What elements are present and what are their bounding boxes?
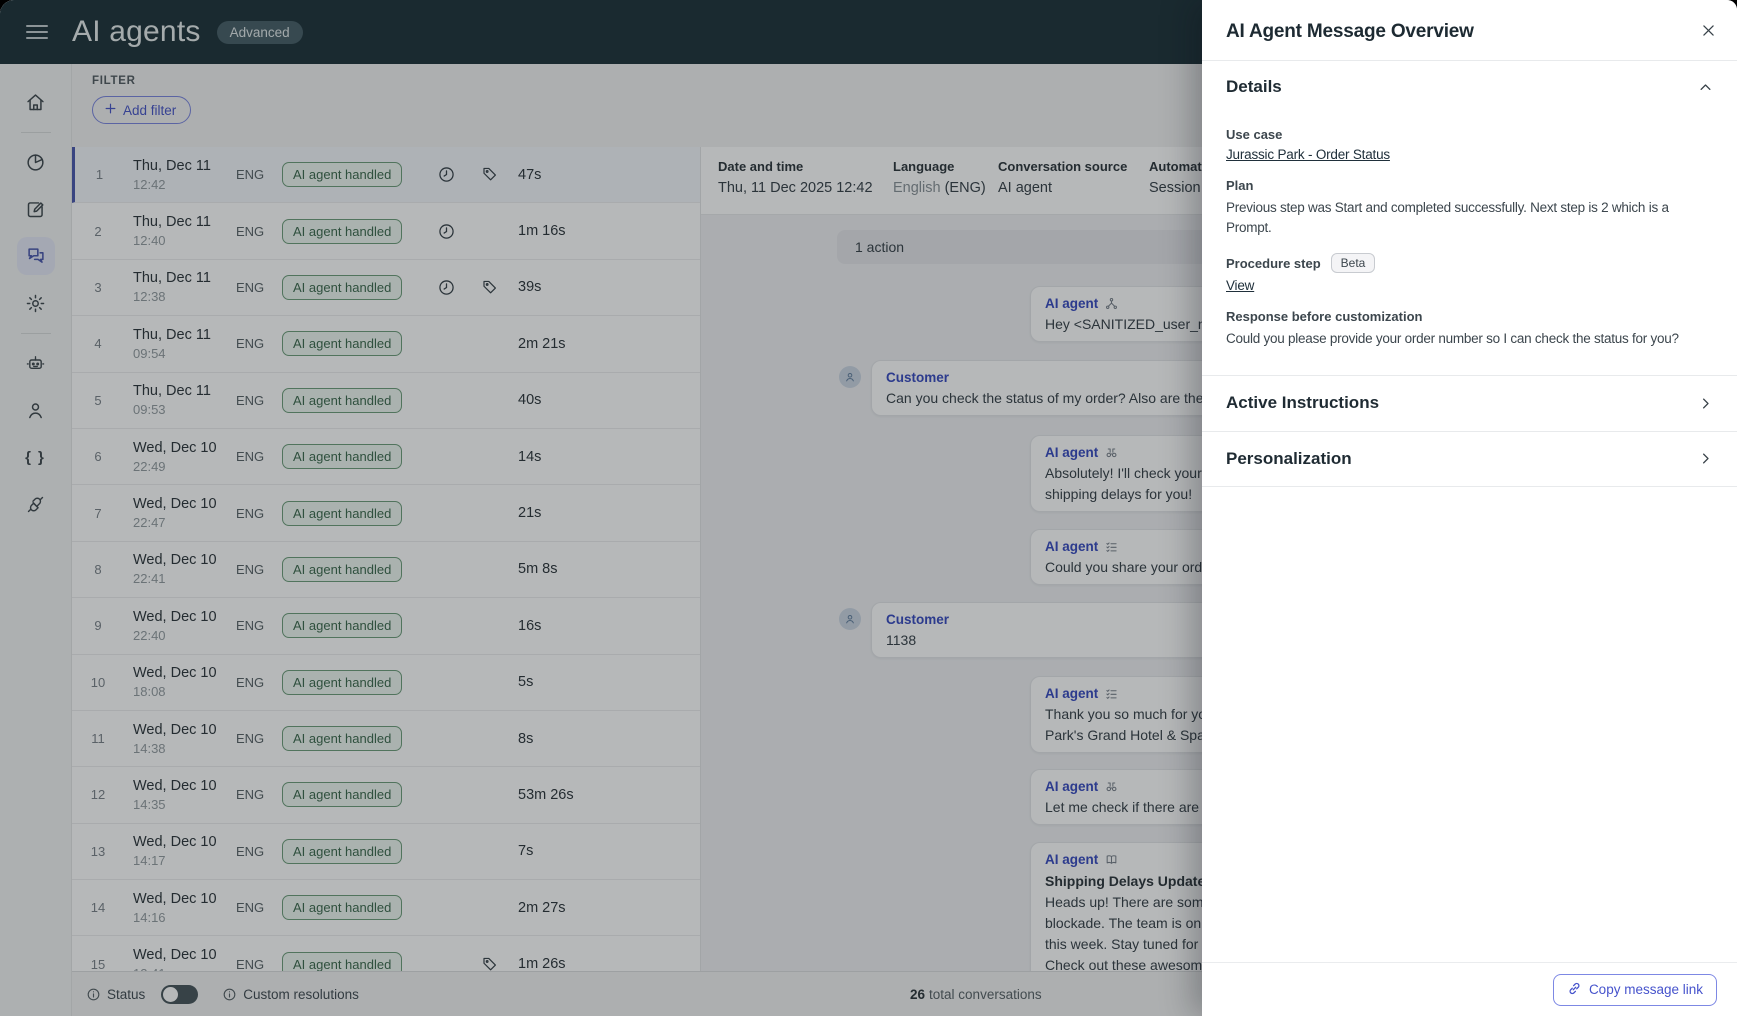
details-heading: Details <box>1226 77 1282 96</box>
section-active-instructions[interactable]: Active Instructions <box>1202 374 1737 431</box>
main-ui: AI agents Advanced {} FILTER Add filter… <box>0 0 1202 1016</box>
view-link[interactable]: View <box>1226 278 1254 293</box>
response-text: Could you please provide your order numb… <box>1226 331 1679 347</box>
plan-text: Previous step was Start and completed su… <box>1226 200 1669 235</box>
personalization-label: Personalization <box>1226 448 1352 468</box>
section-personalization[interactable]: Personalization <box>1202 430 1737 487</box>
details-section-header[interactable]: Details <box>1202 61 1737 113</box>
link-icon <box>1567 981 1582 999</box>
active-instructions-label: Active Instructions <box>1226 393 1380 413</box>
beta-badge: Beta <box>1330 253 1376 274</box>
modal-scrim <box>0 0 1202 1016</box>
procedure-step-label: Procedure step <box>1226 255 1321 271</box>
panel-title: AI Agent Message Overview <box>1226 21 1474 42</box>
use-case-link[interactable]: Jurassic Park - Order Status <box>1226 147 1390 162</box>
chevron-right-icon <box>1698 451 1713 466</box>
plan-label: Plan <box>1226 178 1254 193</box>
close-icon[interactable] <box>1700 22 1717 39</box>
use-case-label: Use case <box>1226 127 1283 142</box>
details-section-body: Use case Jurassic Park - Order Status Pl… <box>1202 113 1737 375</box>
app-window: AI agents Advanced {} FILTER Add filter… <box>0 0 1737 1016</box>
message-overview-panel: AI Agent Message Overview Details Use ca… <box>1202 0 1737 1016</box>
response-label: Response before customization <box>1226 309 1423 325</box>
chevron-up-icon <box>1698 80 1713 95</box>
copy-message-link-button[interactable]: Copy message link <box>1552 973 1717 1006</box>
chevron-right-icon <box>1698 396 1713 411</box>
